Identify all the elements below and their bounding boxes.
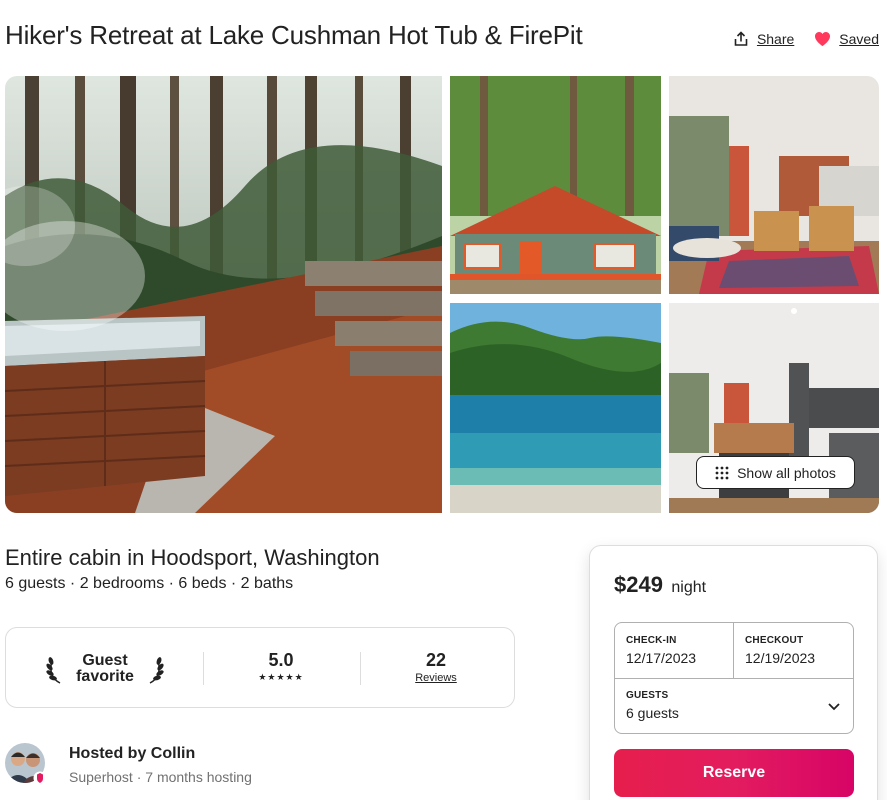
share-button[interactable]: Share	[733, 31, 794, 47]
rating-summary: 5.0 ★★★★★	[231, 650, 331, 683]
guests-dropdown[interactable]: GUESTS 6 guests	[615, 679, 853, 733]
checkout-value: 12/19/2023	[745, 650, 816, 666]
listing-subtitle: Entire cabin in Hoodsport, Washington	[5, 545, 380, 570]
checkin-label: CHECK-IN	[626, 635, 677, 646]
guest-favorite-card[interactable]: Guest favorite 5.0 ★★★★★ 22 Reviews	[5, 627, 515, 708]
checkout-label: CHECKOUT	[745, 635, 804, 646]
listing-title: Hiker's Retreat at Lake Cushman Hot Tub …	[5, 20, 583, 50]
host-name: Hosted by Collin	[69, 745, 196, 762]
guests-label: GUESTS	[626, 690, 669, 701]
nightly-price: $249 night	[614, 572, 706, 598]
photo-lake[interactable]	[450, 303, 661, 513]
price-unit: night	[671, 579, 707, 596]
date-guest-picker: CHECK-IN 12/17/2023 CHECKOUT 12/19/2023 …	[614, 622, 854, 734]
share-icon	[734, 31, 748, 46]
guests-value: 6 guests	[626, 705, 679, 721]
rating-value: 5.0	[268, 650, 294, 670]
photo-living-room[interactable]	[669, 76, 879, 294]
price-amount: $249	[614, 572, 663, 597]
guest-favorite-label: Guest favorite	[76, 653, 134, 685]
reviews-link[interactable]: 22 Reviews	[386, 650, 486, 684]
photo-hot-tub[interactable]	[5, 76, 442, 513]
chevron-down-icon	[828, 703, 840, 711]
divider	[203, 652, 204, 685]
superhost-badge-icon	[33, 771, 47, 785]
host-meta: Superhost · 7 months hosting	[69, 769, 252, 785]
photo-cabin-exterior[interactable]	[450, 76, 661, 294]
guest-favorite-line1: Guest	[82, 652, 128, 669]
guest-favorite-line2: favorite	[76, 668, 134, 685]
listing-details: 6 guests · 2 bedrooms · 6 beds · 2 baths	[5, 575, 294, 592]
listing-actions: Share Saved	[733, 31, 879, 47]
checkin-field[interactable]: CHECK-IN 12/17/2023	[615, 623, 734, 678]
host-section: Hosted by Collin Superhost · 7 months ho…	[5, 743, 305, 788]
saved-label: Saved	[839, 31, 879, 47]
reviews-count: 22	[425, 650, 447, 670]
reserve-button[interactable]: Reserve	[614, 749, 854, 797]
grid-icon	[715, 466, 729, 479]
divider	[360, 652, 361, 685]
guest-favorite-badge: Guest favorite	[46, 648, 164, 690]
checkin-value: 12/17/2023	[626, 650, 697, 666]
booking-card: $249 night CHECK-IN 12/17/2023 CHECKOUT …	[589, 545, 878, 800]
share-label: Share	[756, 31, 795, 47]
heart-icon	[815, 32, 831, 46]
show-all-photos-button[interactable]: Show all photos	[696, 456, 855, 489]
photo-gallery: Show all photos	[5, 76, 879, 513]
laurel-icon	[46, 657, 61, 684]
show-all-photos-label: Show all photos	[737, 464, 836, 481]
laurel-icon	[149, 657, 164, 684]
rating-stars: ★★★★★	[258, 672, 304, 682]
saved-button[interactable]: Saved	[814, 31, 879, 47]
checkout-field[interactable]: CHECKOUT 12/19/2023	[734, 623, 853, 678]
reviews-label: Reviews	[415, 672, 457, 684]
